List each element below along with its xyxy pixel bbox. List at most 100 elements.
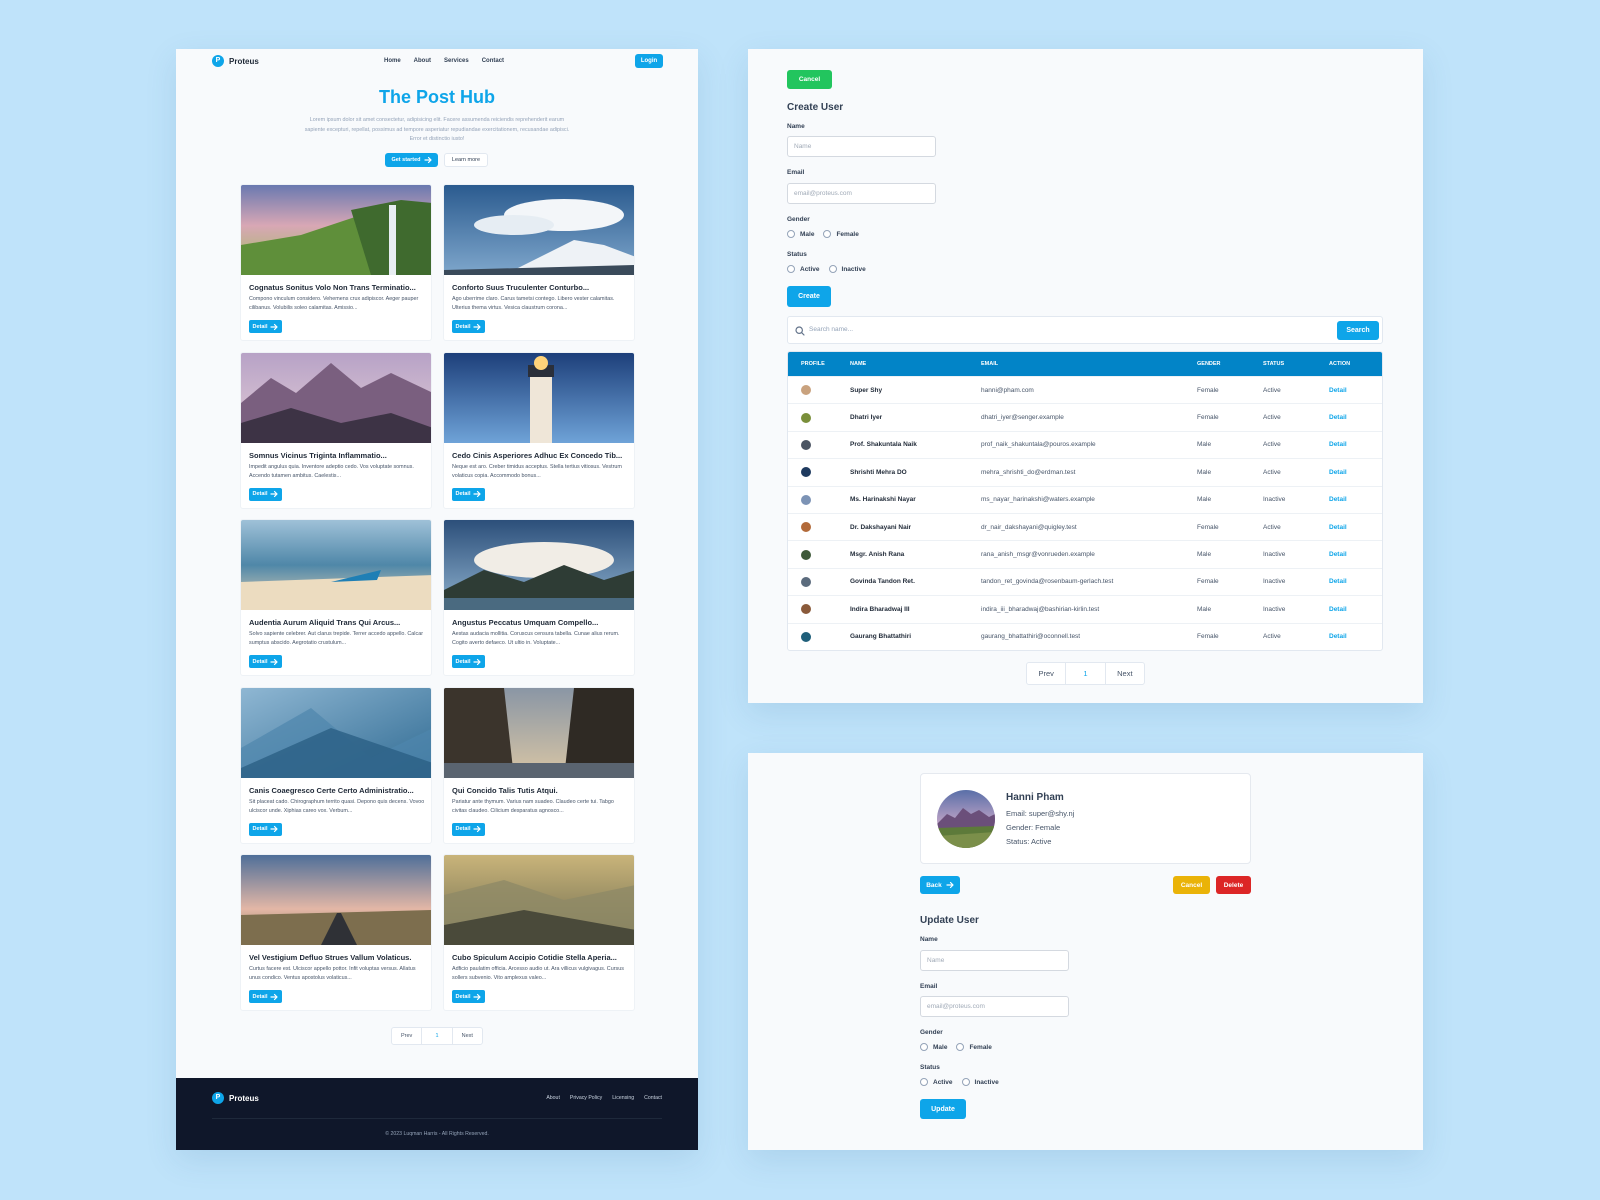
detail-link[interactable]: Detail [1329, 541, 1347, 567]
post-title[interactable]: Angustus Peccatus Umquam Compello... [452, 618, 628, 627]
page-1-button[interactable]: 1 [1066, 663, 1106, 684]
post-thumbnail[interactable] [241, 520, 432, 610]
login-button[interactable]: Login [635, 54, 663, 68]
gender-male-radio[interactable]: Male [787, 230, 814, 238]
footer-link-privacy[interactable]: Privacy Policy [570, 1095, 602, 1101]
prev-page-button[interactable]: Prev [1027, 663, 1067, 684]
avatar [801, 549, 811, 560]
footer-link-about[interactable]: About [546, 1095, 560, 1101]
detail-link[interactable]: Detail [1329, 596, 1347, 622]
post-title[interactable]: Canis Coaegresco Certe Certo Administrat… [249, 786, 425, 795]
cancel-button[interactable]: Cancel [1173, 876, 1210, 894]
footer-link-contact[interactable]: Contact [644, 1095, 662, 1101]
search-input[interactable]: Search name... [809, 326, 853, 333]
footer-brand-name[interactable]: Proteus [229, 1094, 259, 1103]
post-thumbnail[interactable] [241, 687, 432, 778]
create-button[interactable]: Create [787, 286, 831, 307]
detail-link[interactable]: Detail [1329, 377, 1347, 403]
radio-circle-icon [956, 1043, 965, 1051]
detail-link[interactable]: Detail [1329, 404, 1347, 430]
detail-button[interactable]: Detail [249, 822, 282, 836]
post-thumbnail[interactable] [444, 855, 635, 945]
post-title[interactable]: Somnus Vicinus Triginta Inflammatio... [249, 451, 425, 460]
footer-link-licensing[interactable]: Licensing [612, 1095, 634, 1101]
post-thumbnail[interactable] [241, 855, 432, 945]
post-thumbnail[interactable] [444, 185, 635, 275]
detail-label: Detail [455, 658, 471, 665]
prev-page-button[interactable]: Prev [392, 1028, 423, 1044]
detail-link[interactable]: Detail [1329, 569, 1347, 595]
next-page-button[interactable]: Next [1106, 663, 1144, 684]
gender-female-radio[interactable]: Female [956, 1043, 992, 1051]
status-inactive-radio[interactable]: Inactive [961, 1078, 999, 1086]
status-inactive-radio[interactable]: Inactive [828, 265, 866, 273]
status-active-radio[interactable]: Active [920, 1078, 953, 1086]
detail-button[interactable]: Detail [452, 822, 485, 836]
update-button[interactable]: Update [920, 1099, 966, 1119]
detail-button[interactable]: Detail [452, 487, 485, 501]
radio-circle-icon [961, 1078, 970, 1086]
detail-button[interactable]: Detail [249, 487, 282, 501]
nav-link-services[interactable]: Services [444, 58, 469, 64]
cell-status: Active [1263, 468, 1281, 476]
email-input[interactable] [920, 996, 1069, 1017]
detail-link[interactable]: Detail [1329, 624, 1347, 650]
post-thumbnail[interactable] [444, 352, 635, 443]
search-button[interactable]: Search [1337, 321, 1379, 340]
avatar [801, 576, 811, 587]
radio-circle-icon [787, 230, 795, 238]
post-title[interactable]: Conforto Suus Truculenter Conturbo... [452, 283, 628, 292]
post-title[interactable]: Cognatus Sonitus Volo Non Trans Terminat… [249, 283, 425, 292]
cancel-button[interactable]: Cancel [787, 70, 832, 89]
logo-icon[interactable]: P [212, 55, 224, 67]
detail-link[interactable]: Detail [1329, 487, 1347, 513]
post-thumbnail[interactable] [241, 185, 432, 275]
detail-button[interactable]: Detail [249, 990, 282, 1003]
nav-link-contact[interactable]: Contact [482, 58, 504, 64]
detail-button[interactable]: Detail [452, 320, 485, 333]
detail-link[interactable]: Detail [1329, 432, 1347, 458]
avatar [801, 439, 811, 450]
footer-logo-icon[interactable]: P [212, 1092, 224, 1104]
status-active-radio[interactable]: Active [787, 265, 820, 273]
email-label: Email [920, 983, 938, 990]
nav-link-about[interactable]: About [414, 58, 431, 64]
post-thumbnail[interactable] [241, 352, 432, 443]
arrow-right-icon [270, 323, 279, 330]
next-page-button[interactable]: Next [453, 1028, 482, 1044]
post-title[interactable]: Qui Concido Talis Tutis Atqui. [452, 786, 628, 795]
detail-link[interactable]: Detail [1329, 459, 1347, 485]
post-title[interactable]: Cedo Cinis Asperiores Adhuc Ex Concedo T… [452, 451, 628, 460]
gender-female-label: Female [969, 1043, 992, 1051]
brand-name[interactable]: Proteus [229, 57, 259, 66]
detail-button[interactable]: Detail [452, 655, 485, 668]
name-input[interactable] [787, 136, 936, 157]
detail-button[interactable]: Detail [452, 990, 485, 1003]
name-input[interactable] [920, 950, 1069, 971]
status-inactive-label: Inactive [841, 265, 866, 273]
post-title[interactable]: Cubo Spiculum Accipio Cotidie Stella Ape… [452, 953, 628, 962]
users-table: PROFILE NAME EMAIL GENDER STATUS ACTION … [787, 351, 1383, 651]
nav-link-home[interactable]: Home [384, 58, 401, 64]
get-started-button[interactable]: Get started [385, 153, 438, 167]
cell-email: ms_nayar_harinakshi@waters.example [981, 496, 1095, 504]
learn-more-button[interactable]: Learn more [444, 153, 488, 167]
delete-button[interactable]: Delete [1216, 876, 1251, 894]
post-thumbnail[interactable] [444, 687, 635, 778]
detail-button[interactable]: Detail [249, 655, 282, 668]
arrow-right-icon [473, 993, 482, 1000]
detail-button[interactable]: Detail [249, 320, 282, 333]
post-thumbnail[interactable] [444, 520, 635, 610]
post-title[interactable]: Vel Vestigium Defluo Strues Vallum Volat… [249, 953, 425, 962]
post-title[interactable]: Audentia Aurum Aliquid Trans Qui Arcus..… [249, 618, 425, 627]
gender-male-radio[interactable]: Male [920, 1043, 947, 1051]
cell-status: Inactive [1263, 551, 1286, 559]
page-1-button[interactable]: 1 [422, 1028, 453, 1044]
avatar [801, 631, 811, 642]
back-label: Back [926, 881, 942, 889]
cell-status: Active [1263, 441, 1281, 449]
back-button[interactable]: Back [920, 876, 960, 894]
gender-female-radio[interactable]: Female [823, 230, 859, 238]
email-input[interactable] [787, 183, 936, 204]
detail-link[interactable]: Detail [1329, 514, 1347, 540]
